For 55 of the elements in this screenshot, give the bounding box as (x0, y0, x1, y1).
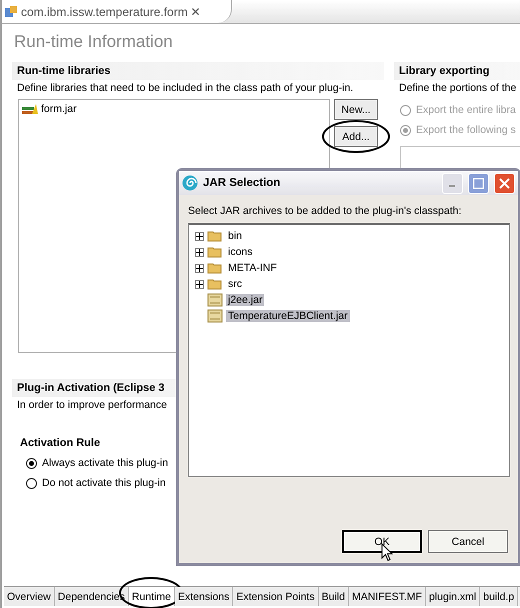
folder-icon (207, 278, 223, 290)
page-tab[interactable]: Extension Points (233, 587, 319, 606)
page-tab[interactable]: Overview (4, 587, 55, 606)
subsection-heading: Activation Rule (20, 437, 102, 449)
page-title: Run-time Information (14, 32, 174, 52)
tree-item[interactable]: bin (226, 230, 244, 242)
expand-icon[interactable] (195, 280, 204, 288)
folder-icon (207, 262, 223, 274)
minimize-button[interactable] (442, 172, 463, 194)
expand-icon[interactable] (195, 264, 204, 272)
library-item[interactable]: form.jar (41, 103, 77, 115)
folder-icon (207, 246, 223, 258)
library-button[interactable]: Add... (334, 126, 378, 147)
dialog-title: JAR Selection (203, 177, 282, 189)
radio-label: Do not activate this plug-in (42, 477, 166, 489)
radio-button[interactable] (26, 478, 37, 488)
page-tab[interactable]: build.p (480, 587, 518, 606)
section-description: Define libraries that need to be included in the class path of your plug-in. (16, 81, 354, 96)
expand-icon[interactable] (195, 248, 204, 256)
maximize-button[interactable] (468, 172, 489, 194)
tree-item[interactable]: icons (226, 246, 255, 258)
jar-icon (207, 293, 223, 307)
page-tab[interactable]: plugin.xml (426, 587, 480, 606)
page-tab[interactable]: Build (318, 587, 349, 606)
page-tab[interactable]: Runtime (128, 587, 176, 606)
section-heading: Library exporting (394, 62, 520, 80)
page-tab[interactable]: MANIFEST.MF (348, 587, 426, 606)
radio-button[interactable] (26, 458, 37, 468)
tree-item[interactable]: TemperatureEJBClient.jar (226, 310, 350, 322)
plugin-icon (4, 4, 18, 18)
close-button[interactable] (494, 172, 515, 194)
radio-label: Always activate this plug-in (42, 457, 168, 469)
radio-label: Export the entire libra (416, 104, 516, 116)
tree-item[interactable]: j2ee.jar (226, 294, 264, 306)
editor-tab-title: com.ibm.issw.temperature.form (21, 4, 188, 18)
section-description: Define the portions of the (398, 81, 518, 96)
folder-icon (207, 230, 223, 242)
library-button[interactable]: New... (334, 99, 378, 120)
close-icon[interactable]: ✕ (190, 4, 201, 18)
section-description: In order to improve performance (16, 398, 168, 413)
page-tab[interactable]: Extensions (175, 587, 234, 606)
close-icon (499, 178, 510, 188)
spiral-icon (182, 175, 198, 191)
editor-tab[interactable]: com.ibm.issw.temperature.form ✕ (2, 0, 232, 23)
tree-item[interactable]: src (226, 278, 244, 290)
section-heading: Run-time libraries (12, 62, 384, 80)
maximize-icon (473, 178, 484, 188)
dialog-button[interactable]: OK (342, 530, 422, 553)
tree-item[interactable]: META-INF (226, 262, 279, 274)
expand-icon[interactable] (195, 232, 204, 240)
dialog-button[interactable]: Cancel (428, 530, 508, 553)
library-icon (22, 103, 38, 115)
jar-icon (207, 309, 223, 323)
radio-label: Export the following s (416, 124, 516, 136)
dialog-message: Select JAR archives to be added to the plug-in's classpath: (188, 205, 462, 217)
